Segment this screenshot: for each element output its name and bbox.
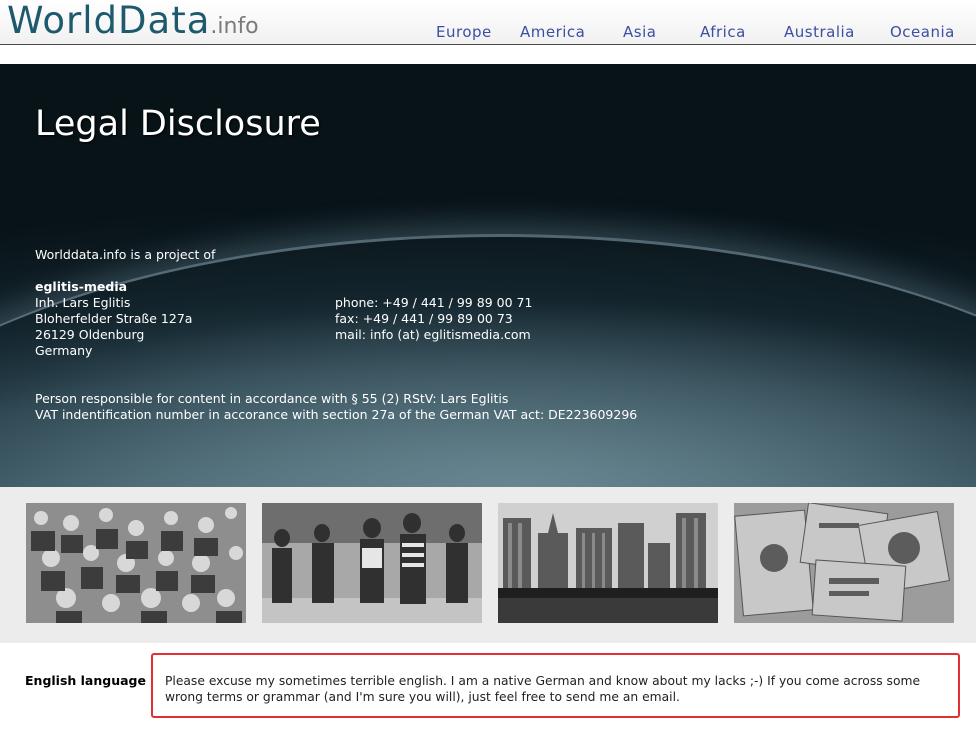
- banknotes-photo: [734, 503, 954, 623]
- mail-address: mail: info (at) eglitismedia.com: [335, 327, 531, 342]
- company-name: eglitis-media: [35, 279, 128, 294]
- photo-gallery: [0, 487, 976, 643]
- nav-europe[interactable]: Europe: [436, 23, 492, 41]
- crowd-photo: [26, 503, 246, 623]
- site-header: WorldData.info Europe America Asia Afric…: [0, 0, 976, 45]
- english-notice-box: Please excuse my sometimes terrible engl…: [151, 653, 960, 718]
- page-title: Legal Disclosure: [35, 104, 321, 144]
- city-address: 26129 Oldenburg: [35, 327, 145, 342]
- header-spacer: [0, 45, 976, 64]
- responsible-person: Person responsible for content in accord…: [35, 391, 509, 406]
- fax-number: fax: +49 / 441 / 99 89 00 73: [335, 311, 513, 326]
- main-nav: Europe America Asia Africa Australia Oce…: [0, 23, 976, 43]
- phone-number: phone: +49 / 441 / 99 89 00 71: [335, 295, 533, 310]
- footer-section-label: English language: [25, 673, 146, 688]
- owner-name: Inh. Lars Eglitis: [35, 295, 131, 310]
- nav-africa[interactable]: Africa: [700, 23, 746, 41]
- vat-number: VAT indentification number in accorance …: [35, 407, 638, 422]
- nav-america[interactable]: America: [520, 23, 585, 41]
- hero-section: Legal Disclosure Worlddata.info is a pro…: [0, 64, 976, 487]
- nav-asia[interactable]: Asia: [623, 23, 656, 41]
- street-people-photo: [262, 503, 482, 623]
- city-skyline-photo: [498, 503, 718, 623]
- english-notice-text: Please excuse my sometimes terrible engl…: [165, 674, 921, 704]
- nav-oceania[interactable]: Oceania: [890, 23, 955, 41]
- nav-australia[interactable]: Australia: [784, 23, 855, 41]
- country: Germany: [35, 343, 93, 358]
- street-address: Bloherfelder Straße 127a: [35, 311, 193, 326]
- intro-text: Worlddata.info is a project of: [35, 247, 216, 262]
